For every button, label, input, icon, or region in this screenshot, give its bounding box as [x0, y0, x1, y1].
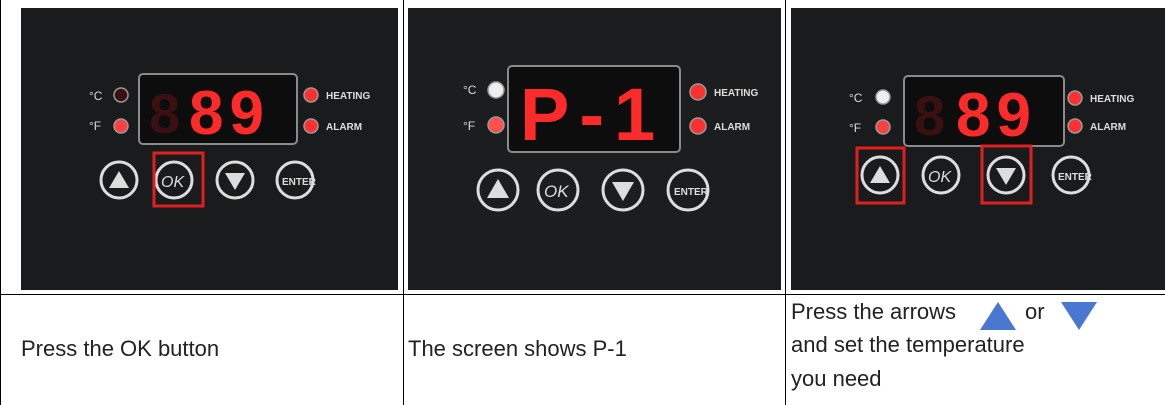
- led-display: 89: [956, 81, 1037, 150]
- unit-c-label: °C: [463, 83, 477, 97]
- unit-f-led: [487, 116, 505, 134]
- led-display: P-1: [520, 73, 665, 156]
- table-row-divider: [0, 294, 1165, 295]
- unit-c-led: [113, 87, 129, 103]
- step-2-panel: P-1 °C °F HEATING ALARM OK ENTER: [408, 8, 781, 290]
- heating-led: [1067, 90, 1083, 106]
- alarm-led: [1067, 118, 1083, 134]
- step-2-caption: The screen shows P-1: [408, 336, 627, 361]
- up-triangle-icon: [980, 302, 1016, 330]
- alarm-label: ALARM: [326, 122, 362, 133]
- step-3-photo: 8 89 °C °F HEATING ALARM OK ENTER: [791, 8, 1165, 290]
- dim-digit: 8: [149, 82, 180, 145]
- step-1-photo: 8 89 °C °F HEATING ALARM OK ENTER: [21, 8, 398, 290]
- heating-label: HEATING: [326, 91, 370, 102]
- unit-f-label: °F: [89, 119, 101, 133]
- ok-label: OK: [544, 182, 569, 201]
- alarm-label: ALARM: [1090, 122, 1126, 133]
- caption-text-part-4: you need: [791, 366, 882, 391]
- ok-label: OK: [161, 174, 185, 191]
- down-triangle-icon: [1061, 302, 1097, 330]
- caption-text-part-3: and set the temperature: [791, 332, 1025, 357]
- instruction-table: 8 89 °C °F HEATING ALARM OK ENTER P-1 °C…: [0, 0, 1165, 405]
- enter-label: ENTER: [674, 187, 709, 198]
- caption-text-part-2: or: [1025, 299, 1045, 324]
- heating-label: HEATING: [714, 88, 758, 99]
- led-display: 89: [189, 79, 270, 148]
- heating-label: HEATING: [1090, 94, 1134, 105]
- alarm-led: [689, 117, 707, 135]
- alarm-led: [303, 118, 319, 134]
- step-3-panel: 8 89 °C °F HEATING ALARM OK ENTER: [791, 8, 1165, 290]
- unit-c-label: °C: [849, 91, 863, 105]
- unit-f-label: °F: [463, 119, 475, 133]
- alarm-label: ALARM: [714, 122, 750, 133]
- step-2-photo: P-1 °C °F HEATING ALARM OK ENTER: [408, 8, 781, 290]
- caption-text-part-1: Press the arrows: [791, 299, 957, 324]
- step-1-panel: 8 89 °C °F HEATING ALARM OK ENTER: [21, 8, 398, 290]
- ok-label: OK: [928, 169, 952, 186]
- unit-c-led: [875, 89, 891, 105]
- unit-f-led: [113, 118, 129, 134]
- enter-label: ENTER: [1058, 172, 1093, 183]
- step-3-caption: Press the arrows or and set the temperat…: [791, 297, 1161, 394]
- table-divider-1: [403, 0, 404, 405]
- heating-led: [303, 87, 319, 103]
- enter-label: ENTER: [282, 177, 317, 188]
- step-1-caption: Press the OK button: [21, 336, 220, 361]
- table-border-left: [0, 0, 1, 405]
- dim-digit: 8: [914, 84, 945, 147]
- table-divider-2: [785, 0, 786, 405]
- unit-c-label: °C: [89, 89, 103, 103]
- unit-c-led: [487, 81, 505, 99]
- heating-led: [689, 83, 707, 101]
- unit-f-label: °F: [849, 121, 861, 135]
- unit-f-led: [875, 119, 891, 135]
